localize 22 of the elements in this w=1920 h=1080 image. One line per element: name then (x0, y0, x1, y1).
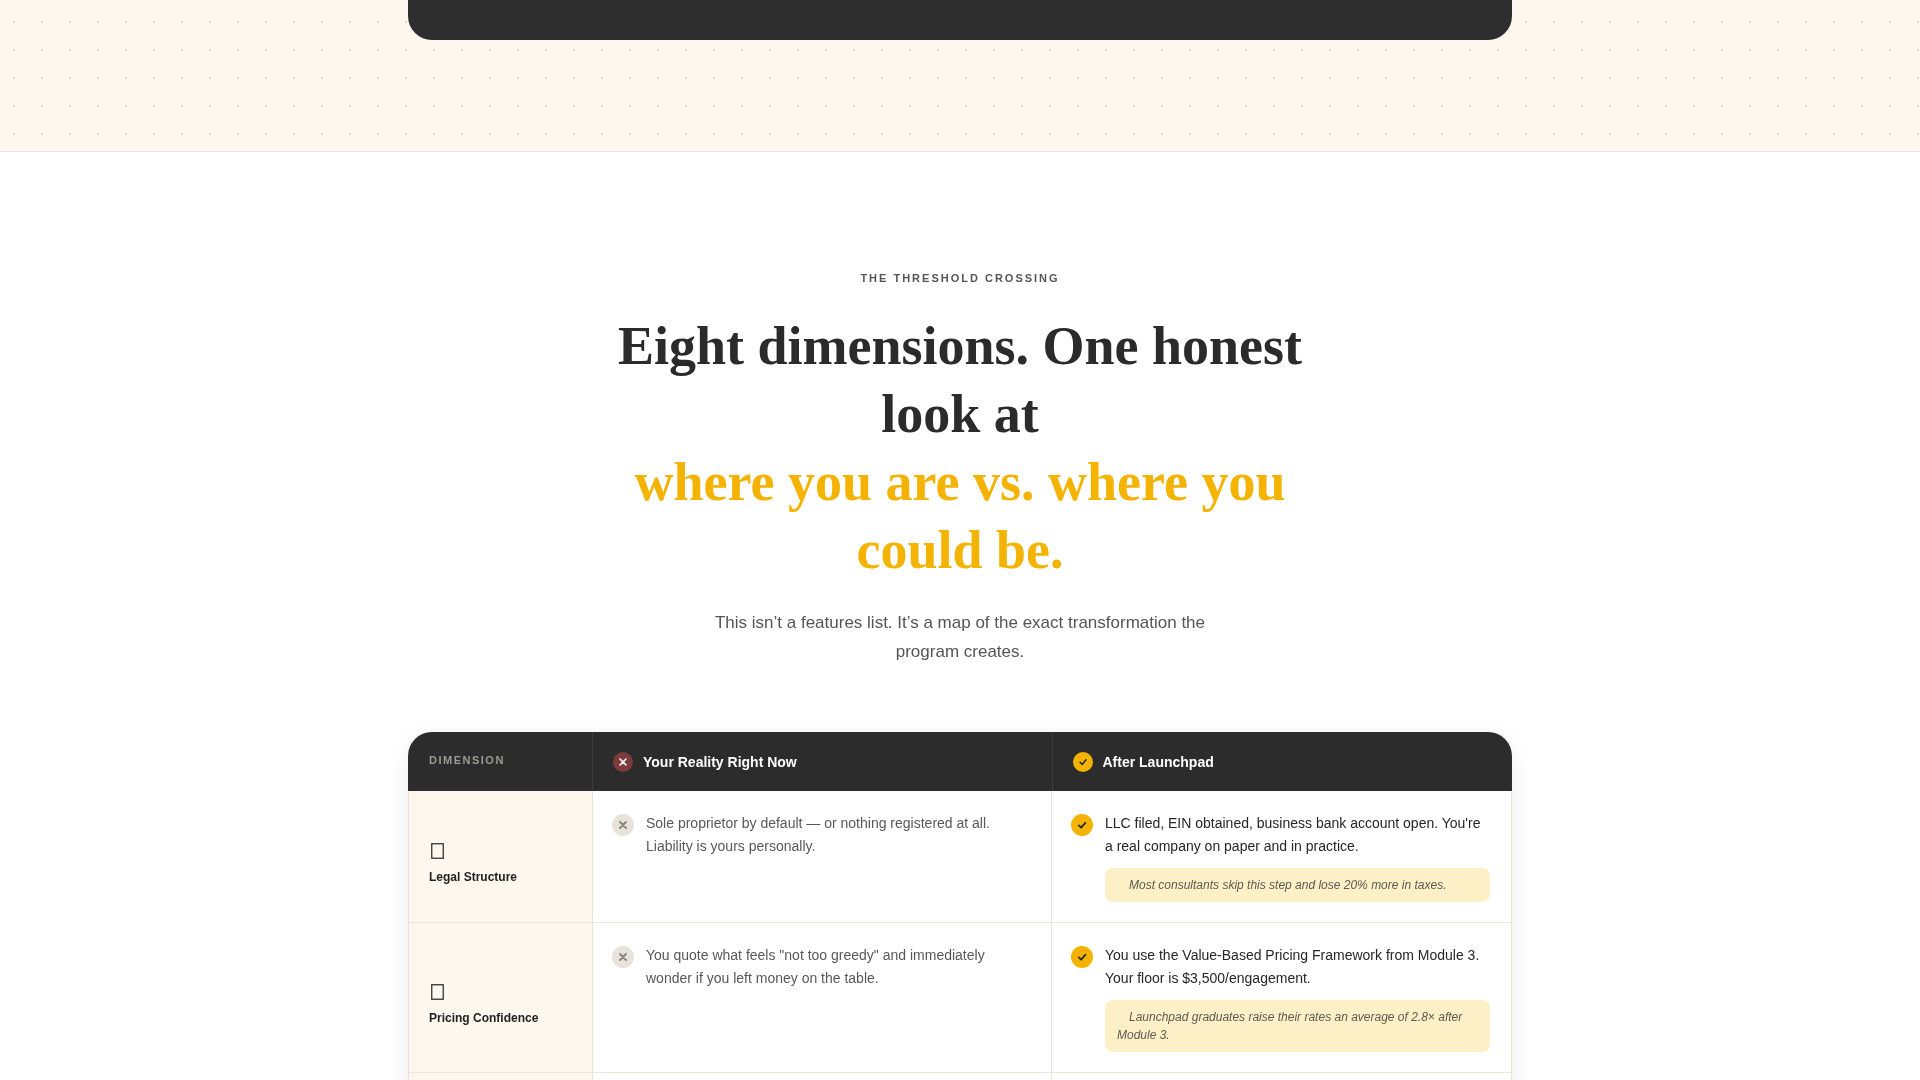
check-circle-icon (1072, 751, 1093, 772)
x-circle-icon (612, 814, 634, 836)
column-header: DIMENSION (429, 753, 505, 766)
x-circle-icon (613, 751, 633, 772)
dimension-label: Pricing Confidence (429, 1009, 539, 1026)
callout-note: Launchpad graduates raise their rates an average of 2.8× after Module 3. (1105, 1000, 1490, 1052)
check-circle-icon (1071, 946, 1093, 968)
column-header: Your Reality Right Now (643, 753, 797, 770)
section-heading: Eight dimensions. One honest look at where you are vs. where you could be. (616, 315, 1304, 582)
dimension-label: Legal Structure (429, 868, 518, 885)
x-circle-icon (612, 946, 634, 968)
section-subtitle: This isn’t a features list. It’s a map of the exact transformation the program creates. (713, 612, 1207, 663)
empty-box-icon (431, 842, 444, 859)
empty-box-icon (431, 983, 444, 1000)
section-eyebrow: THE THRESHOLD CROSSING (860, 271, 1060, 285)
current-state-text: Sole proprietor by default — or nothing registered at all. Liability is yours personally. (646, 814, 991, 856)
outcome-text: LLC filed, EIN obtained, business bank account open. You're a real company on paper and in practice. (1105, 814, 1482, 856)
callout-note: Most consultants skip this step and lose 20% more in taxes. (1105, 868, 1490, 902)
column-header: After Launchpad (1102, 753, 1214, 770)
check-circle-icon (1071, 814, 1093, 836)
outcome-text: You use the Value-Based Pricing Framework from Module 3. Your floor is $3,500/engagement. (1105, 946, 1481, 988)
current-state-text: You quote what feels "not too greedy" and immediately wonder if you left money on the table. (646, 946, 986, 988)
